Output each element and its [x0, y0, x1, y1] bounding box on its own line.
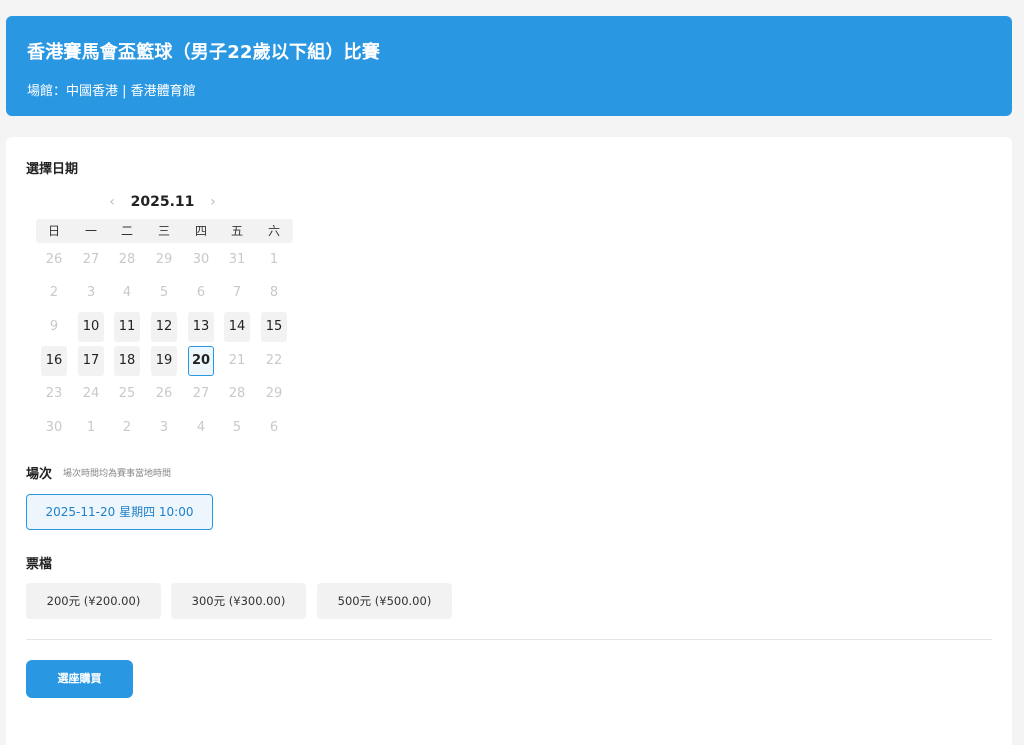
- calendar-day: 1: [269, 252, 279, 267]
- calendar-day[interactable]: 14: [224, 312, 250, 342]
- calendar-day: 3: [159, 420, 169, 435]
- calendar-day[interactable]: 10: [78, 312, 104, 342]
- calendar-day: 7: [232, 285, 242, 300]
- event-venue: 場館：中國香港 | 香港體育館: [27, 84, 196, 99]
- calendar-weekday-header: 日一二三四五六: [36, 219, 293, 243]
- calendar-day: 25: [118, 386, 136, 401]
- calendar-day[interactable]: 15: [261, 312, 287, 342]
- calendar-day: 27: [192, 386, 210, 401]
- calendar-day: 29: [265, 386, 283, 401]
- calendar-day: 3: [86, 285, 96, 300]
- calendar-day: 9: [49, 319, 59, 334]
- calendar-day: 31: [228, 252, 246, 267]
- select-seat-buy-button[interactable]: 選座購買: [26, 660, 133, 698]
- calendar-day: 2: [49, 285, 59, 300]
- calendar-day: 24: [82, 386, 100, 401]
- calendar-day: 30: [192, 252, 210, 267]
- weekday-label: 二: [120, 224, 133, 238]
- calendar-day[interactable]: 13: [188, 312, 214, 342]
- calendar-day[interactable]: 18: [114, 346, 140, 376]
- calendar-day-selected[interactable]: 20: [188, 346, 214, 376]
- calendar-day: 6: [269, 420, 279, 435]
- weekday-label: 五: [230, 224, 243, 238]
- calendar-month: 2025.11: [130, 194, 195, 210]
- calendar-day: 30: [45, 420, 63, 435]
- calendar-day[interactable]: 16: [41, 346, 67, 376]
- calendar-day: 6: [196, 285, 206, 300]
- calendar-day[interactable]: 12: [151, 312, 177, 342]
- calendar-day: 21: [228, 353, 246, 368]
- calendar-day: 1: [86, 420, 96, 435]
- weekday-label: 日: [47, 224, 60, 238]
- calendar-day: 27: [82, 252, 100, 267]
- calendar-day: 28: [118, 252, 136, 267]
- booking-panel: 選擇日期 ‹ 2025.11 › 日一二三四五六 26 27 28 29 30 31 1 2 3…: [6, 137, 1012, 745]
- calendar-day: 26: [155, 386, 173, 401]
- date-section-label: 選擇日期: [26, 162, 79, 177]
- calendar-day: 23: [45, 386, 63, 401]
- calendar-day: 5: [159, 285, 169, 300]
- calendar-day: 29: [155, 252, 173, 267]
- calendar-day: 28: [228, 386, 246, 401]
- calendar-month-nav: ‹ 2025.11 ›: [105, 191, 220, 213]
- weekday-label: 三: [157, 224, 170, 238]
- ticket-tier-button[interactable]: 200元 (¥200.00): [26, 583, 161, 619]
- calendar-day: 4: [122, 285, 132, 300]
- calendar-day: 4: [196, 420, 206, 435]
- ticket-tier-button[interactable]: 500元 (¥500.00): [317, 583, 452, 619]
- calendar-day[interactable]: 19: [151, 346, 177, 376]
- session-section-label: 場次: [26, 467, 53, 482]
- chevron-left-icon[interactable]: ‹: [105, 194, 119, 210]
- calendar-day: 2: [122, 420, 132, 435]
- calendar-day: 5: [232, 420, 242, 435]
- chevron-right-icon[interactable]: ›: [206, 194, 220, 210]
- ticket-section-label: 票檔: [26, 557, 53, 572]
- weekday-label: 六: [267, 224, 280, 238]
- ticket-tier-button[interactable]: 300元 (¥300.00): [171, 583, 306, 619]
- calendar-day: 26: [45, 252, 63, 267]
- weekday-label: 四: [194, 224, 207, 238]
- section-divider: [26, 639, 992, 640]
- event-header: 香港賽馬會盃籃球（男子22歲以下組）比賽 場館：中國香港 | 香港體育館: [6, 16, 1012, 116]
- calendar-day[interactable]: 17: [78, 346, 104, 376]
- session-timezone-note: 場次時間均為賽事當地時間: [63, 469, 172, 479]
- event-title: 香港賽馬會盃籃球（男子22歲以下組）比賽: [27, 42, 381, 63]
- session-option-button[interactable]: 2025-11-20 星期四 10:00: [26, 494, 213, 530]
- calendar-day: 8: [269, 285, 279, 300]
- calendar-day: 22: [265, 353, 283, 368]
- calendar-day[interactable]: 11: [114, 312, 140, 342]
- weekday-label: 一: [84, 224, 97, 238]
